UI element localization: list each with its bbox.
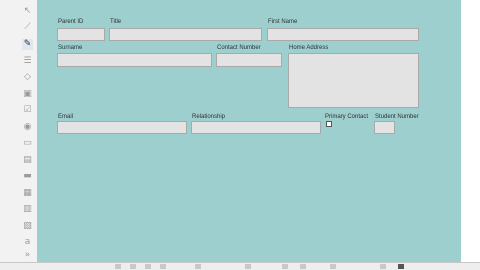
email-label: Email xyxy=(58,114,74,120)
home-address-field[interactable] xyxy=(288,53,419,108)
properties-icon[interactable] xyxy=(398,264,404,269)
title-label: Title xyxy=(110,19,122,25)
combobox-icon[interactable]: ▤ xyxy=(22,155,33,166)
align-left-icon[interactable] xyxy=(115,264,121,269)
pointer-icon[interactable]: ↖ xyxy=(22,6,33,17)
back-icon[interactable] xyxy=(380,264,386,269)
contact-number-label: Contact Number xyxy=(217,45,261,51)
parent-id-field[interactable] xyxy=(57,28,105,41)
primary-contact-checkbox[interactable] xyxy=(326,121,332,127)
surname-field[interactable] xyxy=(57,53,212,67)
title-field[interactable] xyxy=(109,28,262,41)
align-bottom-icon[interactable] xyxy=(160,264,166,269)
checkbox-icon[interactable]: ☑ xyxy=(22,105,33,116)
snap-icon[interactable] xyxy=(300,264,306,269)
text-icon[interactable]: a xyxy=(22,237,33,248)
size-icon[interactable] xyxy=(195,264,201,269)
image-icon[interactable]: ▣ xyxy=(22,89,33,100)
student-number-field[interactable] xyxy=(374,121,395,134)
first-name-field[interactable] xyxy=(267,28,419,41)
align-right-icon[interactable] xyxy=(130,264,136,269)
button-icon[interactable]: ▬ xyxy=(22,171,33,182)
subform-icon[interactable]: ▧ xyxy=(22,221,33,232)
bottom-toolbar xyxy=(0,262,480,270)
textbox-icon[interactable]: ▭ xyxy=(22,138,33,149)
date-icon[interactable]: ▦ xyxy=(22,188,33,199)
relationship-field[interactable] xyxy=(191,121,321,134)
relationship-label: Relationship xyxy=(192,114,226,120)
wand-icon[interactable]: ✎ xyxy=(22,39,33,50)
email-field[interactable] xyxy=(57,121,187,134)
surname-label: Surname xyxy=(58,45,83,51)
first-name-label: First Name xyxy=(268,19,298,25)
primary-contact-label: Primary Contact xyxy=(325,114,369,120)
align-top-icon[interactable] xyxy=(145,264,151,269)
spacing-icon[interactable] xyxy=(245,264,251,269)
line-icon[interactable]: ⟋ xyxy=(22,22,33,33)
table-icon[interactable]: ▥ xyxy=(22,204,33,215)
tag-icon[interactable]: ◇ xyxy=(22,72,33,83)
list-icon[interactable]: ☰ xyxy=(22,56,33,67)
right-margin xyxy=(461,0,480,262)
radio-icon[interactable]: ◉ xyxy=(22,122,33,133)
parent-id-label: Parent ID xyxy=(58,19,84,25)
contact-number-field[interactable] xyxy=(216,53,282,67)
tool-palette: ↖ ⟋ ✎ ☰ ◇ ▣ ☑ ◉ ▭ ▤ ▬ ▦ ▥ ▧ a » xyxy=(0,0,37,262)
grid-icon[interactable] xyxy=(282,264,288,269)
home-address-label: Home Address xyxy=(289,45,329,51)
expand-icon[interactable]: » xyxy=(22,250,33,261)
front-icon[interactable] xyxy=(330,264,336,269)
student-number-label: Student Number xyxy=(375,114,419,120)
